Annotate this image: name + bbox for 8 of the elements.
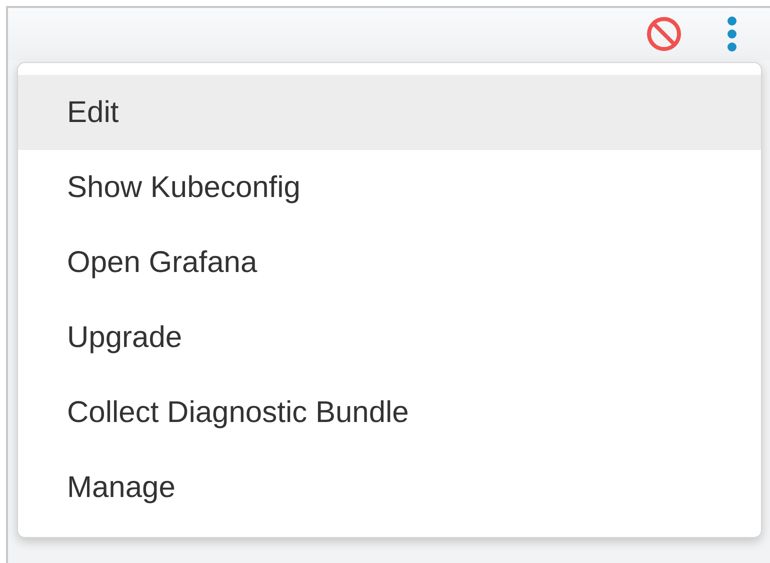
menu-item[interactable]: Collect Diagnostic Bundle bbox=[18, 375, 761, 450]
menu-item[interactable]: Upgrade bbox=[18, 300, 761, 375]
menu-item[interactable]: Open Grafana bbox=[18, 225, 761, 300]
menu-item[interactable]: Edit bbox=[18, 75, 761, 150]
kebab-menu-icon[interactable] bbox=[726, 16, 738, 52]
prohibited-icon[interactable] bbox=[646, 16, 682, 52]
menu-item[interactable]: Show Kubeconfig bbox=[18, 150, 761, 225]
menu-item[interactable]: Manage bbox=[18, 450, 761, 525]
